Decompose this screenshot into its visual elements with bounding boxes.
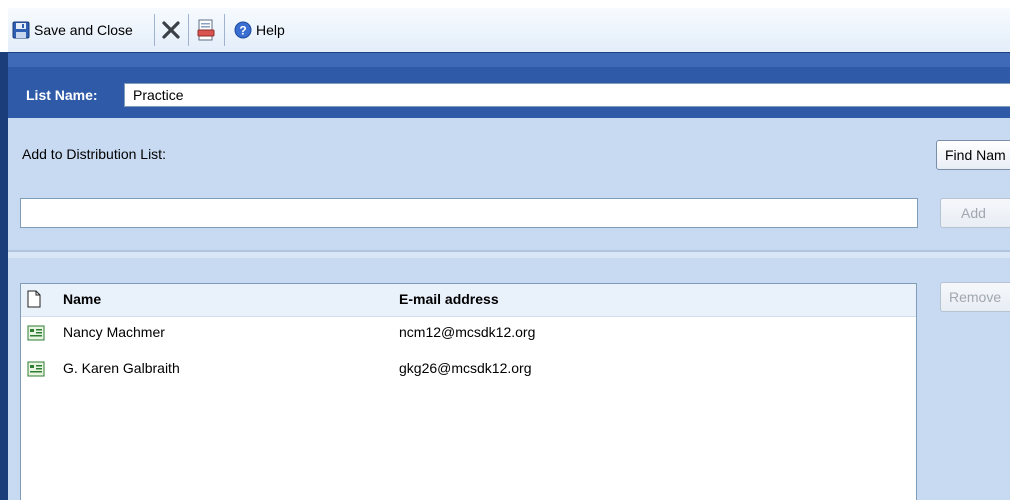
- column-header-name[interactable]: Name: [63, 291, 101, 307]
- member-name: Nancy Machmer: [63, 324, 165, 340]
- find-names-label: Find Nam: [945, 147, 1006, 163]
- save-and-close-label: Save and Close: [34, 22, 133, 38]
- distribution-label: Add to Distribution List:: [22, 146, 166, 162]
- member-name: G. Karen Galbraith: [63, 360, 180, 376]
- help-button[interactable]: ? Help: [234, 14, 285, 46]
- contact-card-icon: [27, 361, 45, 377]
- delete-x-icon: [162, 21, 180, 39]
- distribution-input[interactable]: [20, 198, 918, 228]
- list-name-band: List Name:: [8, 52, 1010, 119]
- list-name-input[interactable]: [124, 83, 1010, 107]
- list-header: Name E-mail address: [21, 284, 916, 317]
- remove-label: Remove: [949, 289, 1002, 305]
- print-icon: [197, 19, 215, 41]
- column-header-email[interactable]: E-mail address: [399, 291, 499, 307]
- member-row[interactable]: Nancy Machmer ncm12@mcsdk12.org: [21, 317, 916, 351]
- help-icon: ?: [234, 21, 252, 39]
- member-email: gkg26@mcsdk12.org: [399, 360, 532, 376]
- help-label: Help: [256, 22, 285, 38]
- print-button[interactable]: [192, 14, 220, 46]
- members-list[interactable]: Name E-mail address Nancy Machmer ncm12@…: [20, 283, 917, 500]
- remove-button[interactable]: Remove: [940, 282, 1010, 312]
- toolbar-separator: [188, 14, 189, 46]
- find-names-button[interactable]: Find Nam: [936, 140, 1010, 170]
- toolbar-separator: [154, 14, 155, 46]
- floppy-disk-icon: [12, 21, 30, 39]
- window-left-border: [0, 52, 8, 500]
- window-corner: [0, 0, 8, 52]
- save-and-close-button[interactable]: Save and Close: [12, 14, 133, 46]
- distribution-panel: Add to Distribution List: Find Nam Add: [8, 118, 1010, 250]
- member-email: ncm12@mcsdk12.org: [399, 324, 536, 340]
- toolbar-separator: [224, 14, 225, 46]
- contact-card-icon: [27, 325, 45, 341]
- delete-button[interactable]: [158, 14, 184, 46]
- toolbar: Save and Close ? Help: [8, 8, 1010, 53]
- svg-text:?: ?: [239, 24, 246, 38]
- add-label: Add: [961, 205, 986, 221]
- document-icon: [27, 290, 41, 308]
- add-button[interactable]: Add: [940, 198, 1010, 228]
- list-name-label: List Name:: [26, 87, 98, 103]
- band-stripe: [8, 53, 1010, 67]
- member-row[interactable]: G. Karen Galbraith gkg26@mcsdk12.org: [21, 353, 916, 387]
